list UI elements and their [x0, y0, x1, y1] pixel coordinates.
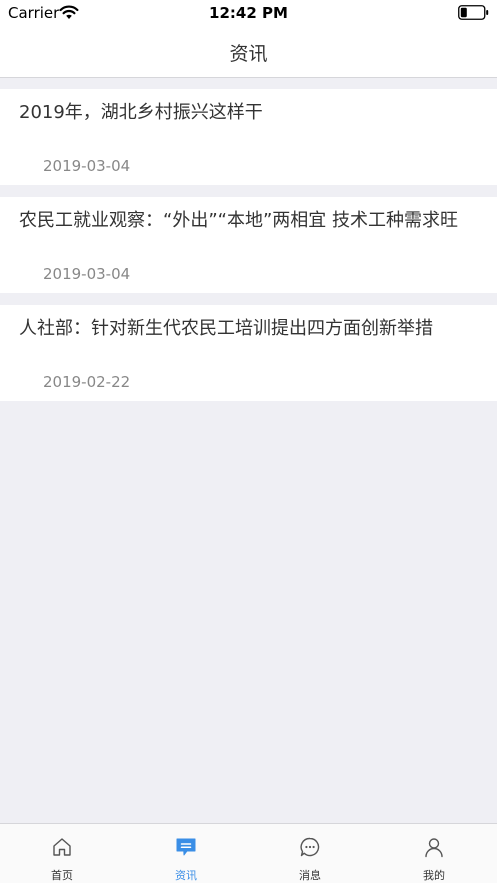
news-title: 农民工就业观察：“外出”“本地”两相宜 技术工种需求旺: [19, 210, 459, 231]
app-screen: Carrier 12:42 PM 资讯 2019年，湖北乡村振兴这样干 2019…: [0, 0, 497, 883]
news-list-item[interactable]: 农民工就业观察：“外出”“本地”两相宜 技术工种需求旺 2019-03-04: [0, 197, 497, 293]
home-icon: [53, 838, 71, 856]
page-title: 资讯: [229, 43, 268, 65]
news-icon: [176, 838, 196, 856]
news-title: 人社部：针对新生代农民工培训提出四方面创新举措: [19, 318, 433, 339]
tab-bar: 首页 资讯 消息 我的: [0, 823, 497, 883]
tab-news[interactable]: 资讯: [124, 824, 248, 883]
news-date: 2019-03-04: [43, 265, 131, 283]
tab-home[interactable]: 首页: [0, 824, 124, 883]
message-icon: [300, 837, 320, 857]
news-date: 2019-03-04: [43, 157, 131, 175]
news-title: 2019年，湖北乡村振兴这样干: [19, 102, 263, 123]
navigation-bar: 资讯: [0, 26, 497, 78]
news-list-item[interactable]: 2019年，湖北乡村振兴这样干 2019-03-04: [0, 89, 497, 185]
tab-profile[interactable]: 我的: [372, 824, 496, 883]
tab-messages[interactable]: 消息: [248, 824, 372, 883]
tab-label: 消息: [299, 869, 321, 882]
tab-label: 资讯: [175, 869, 197, 882]
tab-label: 首页: [51, 869, 73, 882]
news-list-item[interactable]: 人社部：针对新生代农民工培训提出四方面创新举措 2019-02-22: [0, 305, 497, 401]
tab-label: 我的: [423, 869, 445, 882]
status-bar: Carrier 12:42 PM: [0, 0, 497, 26]
battery-icon: [458, 5, 489, 20]
clock-label: 12:42 PM: [209, 4, 288, 22]
profile-icon: [425, 838, 443, 858]
news-date: 2019-02-22: [43, 373, 131, 391]
